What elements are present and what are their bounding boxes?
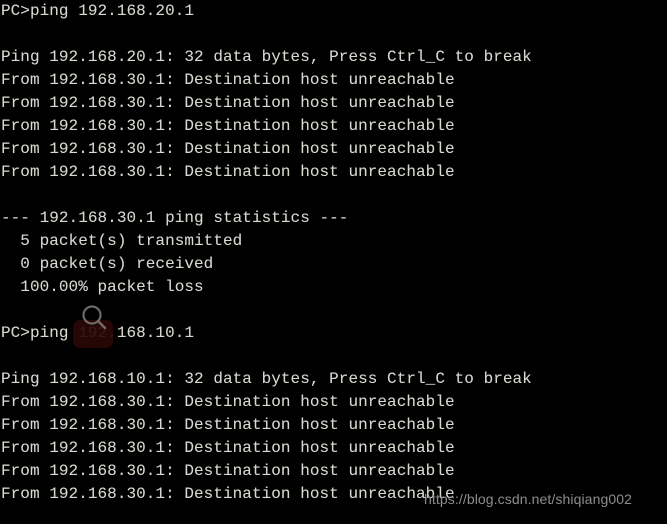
console-line: From 192.168.30.1: Destination host unre…	[1, 416, 455, 434]
console-line: 5 packet(s) transmitted	[1, 232, 243, 250]
console-line: From 192.168.30.1: Destination host unre…	[1, 140, 455, 158]
console-line: From 192.168.30.1: Destination host unre…	[1, 393, 455, 411]
console-line: From 192.168.30.1: Destination host unre…	[1, 462, 455, 480]
console-line: From 192.168.30.1: Destination host unre…	[1, 439, 455, 457]
console-line: --- 192.168.30.1 ping statistics ---	[1, 209, 349, 227]
console-line: From 192.168.30.1: Destination host unre…	[1, 71, 455, 89]
console-line: PC>ping 192.168.10.1	[1, 324, 195, 342]
console-line: From 192.168.30.1: Destination host unre…	[1, 485, 455, 503]
terminal-window[interactable]: PC>ping 192.168.20.1 Ping 192.168.20.1: …	[0, 0, 667, 524]
console-line: PC>ping 192.168.20.1	[1, 2, 195, 20]
console-line: From 192.168.30.1: Destination host unre…	[1, 117, 455, 135]
console-line: Ping 192.168.20.1: 32 data bytes, Press …	[1, 48, 532, 66]
console-line: 0 packet(s) received	[1, 255, 214, 273]
console-line: 100.00% packet loss	[1, 278, 204, 296]
console-line: From 192.168.30.1: Destination host unre…	[1, 163, 455, 181]
console-line: From 192.168.30.1: Destination host unre…	[1, 94, 455, 112]
console-line: Ping 192.168.10.1: 32 data bytes, Press …	[1, 370, 532, 388]
console-output: PC>ping 192.168.20.1 Ping 192.168.20.1: …	[1, 0, 667, 524]
